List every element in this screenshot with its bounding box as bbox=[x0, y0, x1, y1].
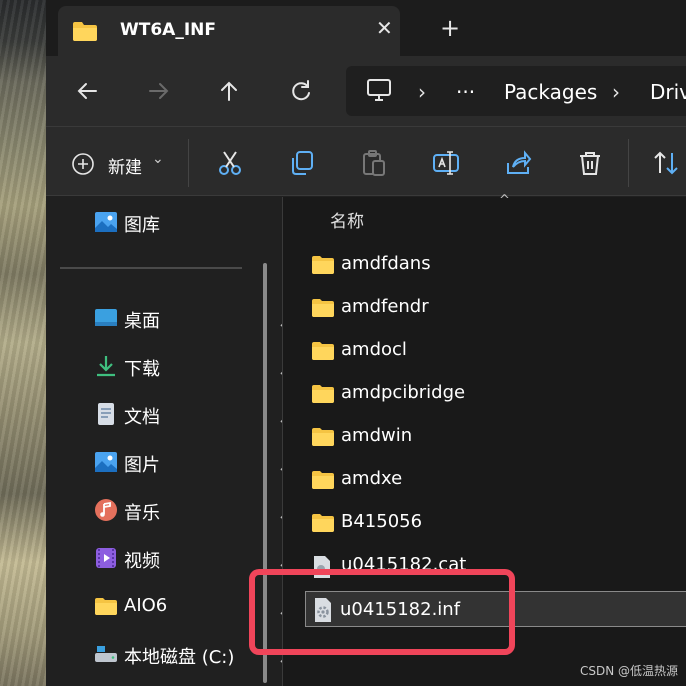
list-item-file[interactable]: u0415182.cat bbox=[311, 551, 671, 581]
breadcrumb-more[interactable]: ··· bbox=[456, 80, 475, 104]
forward-arrow-icon[interactable] bbox=[146, 78, 172, 104]
folder-icon bbox=[72, 20, 98, 46]
sidebar-item-label: 音乐 bbox=[124, 503, 160, 524]
sort-icon[interactable] bbox=[652, 149, 680, 177]
column-header-name[interactable]: 名称 bbox=[330, 207, 364, 232]
folder-icon bbox=[311, 512, 335, 538]
video-icon bbox=[94, 546, 118, 570]
new-button[interactable]: 新建 ⌄ bbox=[68, 149, 168, 179]
sidebar-item-desktop[interactable]: 桌面 bbox=[94, 303, 296, 333]
cut-icon[interactable] bbox=[216, 149, 244, 177]
command-bar: 新建 ⌄ bbox=[46, 126, 686, 196]
nav-scrollbar[interactable] bbox=[263, 263, 267, 683]
sidebar-item-aio6[interactable]: AIO6 bbox=[94, 591, 296, 621]
sidebar-item-label: 图片 bbox=[124, 455, 160, 476]
setup-information-icon bbox=[312, 597, 334, 627]
refresh-icon[interactable] bbox=[288, 78, 314, 104]
list-item-folder[interactable]: amdfdans bbox=[311, 250, 671, 280]
delete-icon[interactable] bbox=[576, 149, 604, 177]
plus-circle-icon bbox=[72, 153, 94, 175]
sidebar-item-downloads[interactable]: 下载 bbox=[94, 351, 296, 381]
sidebar-item-pictures[interactable]: 图片 bbox=[94, 447, 296, 477]
share-icon[interactable] bbox=[504, 149, 532, 177]
file-explorer-window: WT6A_INF ✕ + › ··· Packages › Driv 新建 ⌄ … bbox=[46, 0, 686, 686]
list-item-folder[interactable]: B415056 bbox=[311, 508, 671, 538]
file-list: ^ 名称 amdfdans amdfendr amdocl amdpcibrid… bbox=[283, 193, 686, 686]
list-item-folder[interactable]: amdxe bbox=[311, 465, 671, 495]
new-tab-button[interactable]: + bbox=[440, 16, 460, 40]
folder-icon bbox=[311, 426, 335, 452]
sidebar-item-label: 文档 bbox=[124, 407, 160, 428]
folder-icon bbox=[311, 297, 335, 323]
breadcrumb-separator: › bbox=[418, 80, 426, 104]
folder-icon bbox=[311, 383, 335, 409]
desktop-icon bbox=[94, 306, 118, 330]
sidebar-item-gallery[interactable]: 图库 bbox=[94, 207, 264, 237]
close-icon[interactable]: ✕ bbox=[376, 18, 393, 38]
tab-title: WT6A_INF bbox=[120, 20, 216, 40]
breadcrumb-separator: › bbox=[612, 80, 620, 104]
rename-icon[interactable] bbox=[432, 149, 460, 177]
item-name: amdocl bbox=[341, 339, 407, 360]
music-icon bbox=[94, 498, 118, 522]
folder-icon bbox=[311, 469, 335, 495]
this-pc-icon[interactable] bbox=[366, 78, 392, 106]
sort-ascending-icon: ^ bbox=[499, 193, 510, 208]
sidebar-item-music[interactable]: 音乐 bbox=[94, 495, 296, 525]
sidebar-item-local-disk-c[interactable]: 本地磁盘 (C:) bbox=[94, 639, 296, 669]
sidebar-item-label: 桌面 bbox=[124, 311, 160, 332]
breadcrumb-drivers[interactable]: Driv bbox=[650, 80, 686, 104]
tab-wt6a-inf[interactable]: WT6A_INF ✕ bbox=[58, 6, 400, 56]
breadcrumb[interactable]: › ··· Packages › Driv bbox=[346, 66, 686, 116]
item-name: amdfendr bbox=[341, 296, 429, 317]
security-catalog-icon bbox=[311, 555, 333, 583]
item-name: amdfdans bbox=[341, 253, 431, 274]
folder-icon bbox=[311, 254, 335, 280]
list-item-folder[interactable]: amdfendr bbox=[311, 293, 671, 323]
item-name: amdwin bbox=[341, 425, 413, 446]
sidebar-item-label: 本地磁盘 (C:) bbox=[124, 647, 235, 668]
new-button-label: 新建 bbox=[108, 158, 142, 178]
sidebar-item-label: AIO6 bbox=[124, 595, 168, 616]
gallery-icon bbox=[94, 210, 118, 234]
list-item-folder[interactable]: amdpcibridge bbox=[311, 379, 671, 409]
item-name: B415056 bbox=[341, 511, 423, 532]
address-bar: › ··· Packages › Driv bbox=[46, 56, 686, 126]
download-icon bbox=[94, 354, 118, 378]
command-separator bbox=[628, 139, 629, 187]
item-name: u0415182.cat bbox=[341, 554, 467, 575]
sidebar-item-videos[interactable]: 视频 bbox=[94, 543, 296, 573]
nav-divider bbox=[60, 267, 242, 269]
rename-field[interactable] bbox=[305, 591, 686, 627]
paste-icon[interactable] bbox=[360, 149, 388, 177]
folder-icon bbox=[311, 340, 335, 366]
sidebar-item-label: 视频 bbox=[124, 551, 160, 572]
back-arrow-icon[interactable] bbox=[74, 78, 100, 104]
copy-icon[interactable] bbox=[288, 149, 316, 177]
navigation-pane: 图库 桌面 下载 文档 图片 音乐 视频 AIO6 本地磁盘 (C:) bbox=[46, 197, 296, 686]
rename-input[interactable] bbox=[340, 596, 640, 622]
list-item-folder[interactable]: amdwin bbox=[311, 422, 671, 452]
list-item-folder[interactable]: amdocl bbox=[311, 336, 671, 366]
sidebar-item-documents[interactable]: 文档 bbox=[94, 399, 296, 429]
desktop-wallpaper bbox=[0, 0, 46, 686]
item-name: amdxe bbox=[341, 468, 403, 489]
chevron-down-icon: ⌄ bbox=[152, 151, 164, 167]
sidebar-item-label: 下载 bbox=[124, 359, 160, 380]
breadcrumb-packages[interactable]: Packages bbox=[504, 80, 597, 104]
watermark: CSDN @低温热源 bbox=[580, 664, 679, 678]
drive-icon bbox=[94, 642, 118, 666]
document-icon bbox=[94, 402, 118, 426]
pictures-icon bbox=[94, 450, 118, 474]
sidebar-item-label: 图库 bbox=[124, 215, 160, 236]
item-name: amdpcibridge bbox=[341, 382, 466, 403]
folder-icon bbox=[94, 594, 118, 618]
command-separator bbox=[188, 139, 189, 187]
title-bar: WT6A_INF ✕ + bbox=[46, 0, 686, 56]
up-arrow-icon[interactable] bbox=[216, 78, 242, 104]
